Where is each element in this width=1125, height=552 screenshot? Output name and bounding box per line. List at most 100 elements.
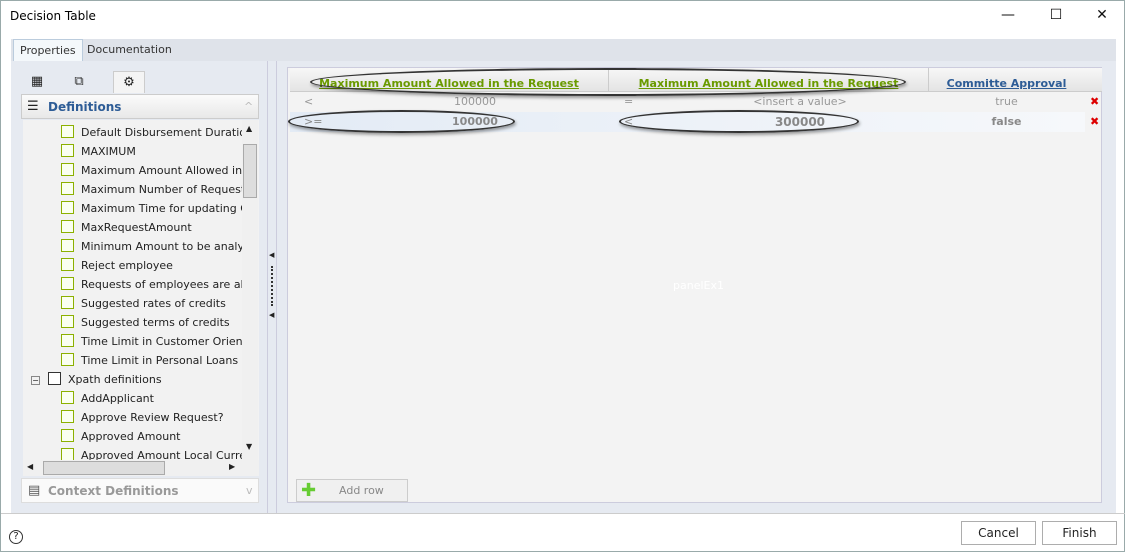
tree-item-label: Suggested terms of credits bbox=[81, 316, 230, 329]
tree-item[interactable]: Suggested terms of credits bbox=[61, 313, 230, 332]
collapse-icon[interactable]: − bbox=[31, 376, 40, 385]
tree-item[interactable]: Maximum Number of Request bbox=[61, 180, 245, 199]
definition-icon bbox=[61, 220, 74, 233]
definition-icon bbox=[61, 353, 74, 366]
book-icon: ▤ bbox=[28, 483, 41, 498]
tree-item-label: Default Disbursement Duration bbox=[81, 126, 253, 139]
tree-item[interactable]: Time Limit in Customer Orienta bbox=[61, 332, 254, 351]
horizontal-scrollbar[interactable]: ◀ ▶ bbox=[23, 460, 259, 476]
minimize-button[interactable]: — bbox=[998, 7, 1018, 27]
context-definitions-header[interactable]: ▤ Context Definitions v bbox=[21, 478, 259, 503]
splitter-grip[interactable] bbox=[271, 266, 273, 306]
finish-button[interactable]: Finish bbox=[1042, 521, 1117, 545]
highlight-ellipse bbox=[310, 68, 906, 96]
tree-item[interactable]: Maximum Time for updating C bbox=[61, 199, 248, 218]
definition-icon bbox=[61, 391, 74, 404]
list-icon: ☰ bbox=[27, 99, 39, 114]
definition-icon bbox=[61, 239, 74, 252]
definition-icon bbox=[61, 201, 74, 214]
tree-item[interactable]: MAXIMUM bbox=[61, 142, 136, 161]
tree-item[interactable]: Requests of employees are allo bbox=[61, 275, 253, 294]
tree-item[interactable]: Reject employee bbox=[61, 256, 173, 275]
tree-item[interactable]: Default Disbursement Duration bbox=[61, 123, 253, 142]
tab-bar: Properties Documentation bbox=[11, 39, 1116, 61]
tree-item[interactable]: Suggested rates of credits bbox=[61, 294, 226, 313]
chevron-up-icon[interactable]: ^ bbox=[244, 100, 253, 113]
definition-icon bbox=[61, 296, 74, 309]
tree-item[interactable]: Time Limit in Personal Loans R bbox=[61, 351, 249, 370]
panel-label: panelEx1 bbox=[673, 279, 724, 292]
gear-icon[interactable]: ⚙ bbox=[113, 71, 145, 93]
definitions-header[interactable]: ☰ Definitions ^ bbox=[21, 94, 259, 119]
context-definitions-label: Context Definitions bbox=[48, 484, 179, 498]
help-icon[interactable]: ? bbox=[9, 530, 23, 544]
highlight-ellipse bbox=[288, 110, 515, 133]
definition-icon bbox=[61, 277, 74, 290]
tree-item-label: Minimum Amount to be analyz bbox=[81, 240, 250, 253]
scroll-up-icon[interactable]: ▲ bbox=[246, 124, 252, 133]
collapse-left-icon[interactable]: ◀ bbox=[269, 251, 274, 259]
tree-item-label: Time Limit in Personal Loans R bbox=[81, 354, 250, 367]
tree-item[interactable]: − Xpath definitions bbox=[31, 370, 162, 389]
document-grid-icon[interactable]: ▦ bbox=[21, 71, 53, 93]
tree-item[interactable]: Approved Amount bbox=[61, 427, 180, 446]
tree-item[interactable]: MaxRequestAmount bbox=[61, 218, 192, 237]
definition-icon bbox=[61, 163, 74, 176]
definition-icon bbox=[48, 372, 61, 385]
tab-documentation[interactable]: Documentation bbox=[81, 39, 178, 61]
definition-icon bbox=[61, 410, 74, 423]
definition-icon bbox=[61, 258, 74, 271]
result-cell[interactable]: false bbox=[929, 112, 1084, 132]
tree-item-label: Maximum Number of Request bbox=[81, 183, 246, 196]
tree-item-label: MaxRequestAmount bbox=[81, 221, 192, 234]
structure-icon[interactable]: ⧉ bbox=[63, 71, 95, 93]
value-cell[interactable]: <insert a value> bbox=[710, 92, 890, 112]
decision-grid-panel: Maximum Amount Allowed in the Request Max… bbox=[287, 67, 1102, 503]
hscroll-thumb[interactable] bbox=[43, 461, 165, 475]
tree-item[interactable]: Maximum Amount Allowed in t bbox=[61, 161, 250, 180]
tree-item-label: Approved Amount bbox=[81, 430, 181, 443]
collapse-left-icon[interactable]: ◀ bbox=[269, 311, 274, 319]
operator-cell[interactable]: < bbox=[304, 92, 313, 112]
chevron-down-icon[interactable]: v bbox=[246, 484, 253, 497]
definition-icon bbox=[61, 144, 74, 157]
maximize-button[interactable]: ☐ bbox=[1046, 7, 1066, 27]
tab-properties[interactable]: Properties bbox=[13, 39, 83, 61]
tree-item[interactable]: Approve Review Request? bbox=[61, 408, 224, 427]
scroll-left-icon[interactable]: ◀ bbox=[27, 462, 33, 471]
tree-item-label: MAXIMUM bbox=[81, 145, 136, 158]
definitions-panel: ▦ ⧉ ⚙ ☰ Definitions ^ Default Disburseme… bbox=[21, 69, 259, 503]
tree-item-label: Approve Review Request? bbox=[81, 411, 224, 424]
vertical-scrollbar[interactable]: ▲ ▼ bbox=[242, 120, 258, 460]
tree-item-label: Reject employee bbox=[81, 259, 173, 272]
tree-item-label: Maximum Time for updating C bbox=[81, 202, 248, 215]
result-cell[interactable]: true bbox=[929, 92, 1084, 112]
definitions-label: Definitions bbox=[48, 100, 122, 114]
definitions-tree: Default Disbursement Duration MAXIMUM Maxi… bbox=[23, 120, 259, 460]
tree-item-label: Requests of employees are allo bbox=[81, 278, 254, 291]
plus-icon: ✚ bbox=[301, 480, 317, 501]
highlight-ellipse bbox=[619, 110, 859, 133]
scroll-right-icon[interactable]: ▶ bbox=[229, 462, 235, 471]
tree-item[interactable]: Approved Amount Local Curre bbox=[61, 446, 246, 460]
close-button[interactable]: ✕ bbox=[1092, 7, 1112, 27]
tree-item-label: Approved Amount Local Curre bbox=[81, 449, 247, 460]
delete-row-icon[interactable]: ✖ bbox=[1090, 92, 1099, 112]
definition-icon bbox=[61, 334, 74, 347]
splitter[interactable]: ◀ ◀ bbox=[267, 61, 277, 513]
delete-row-icon[interactable]: ✖ bbox=[1090, 112, 1099, 132]
cancel-button[interactable]: Cancel bbox=[961, 521, 1036, 545]
tree-item-label: Xpath definitions bbox=[68, 373, 162, 386]
definition-icon bbox=[61, 315, 74, 328]
add-row-button[interactable]: ✚ Add row bbox=[296, 479, 408, 502]
tree-item-label: Maximum Amount Allowed in t bbox=[81, 164, 250, 177]
tree-item[interactable]: Minimum Amount to be analyz bbox=[61, 237, 250, 256]
definition-icon bbox=[61, 182, 74, 195]
scroll-down-icon[interactable]: ▼ bbox=[246, 442, 252, 451]
column-header[interactable]: Committe Approval bbox=[929, 68, 1084, 92]
scroll-thumb[interactable] bbox=[243, 144, 257, 198]
tree-item-label: AddApplicant bbox=[81, 392, 154, 405]
tree-item-label: Suggested rates of credits bbox=[81, 297, 226, 310]
tree-item[interactable]: AddApplicant bbox=[61, 389, 154, 408]
tree-item-label: Time Limit in Customer Orienta bbox=[81, 335, 254, 348]
